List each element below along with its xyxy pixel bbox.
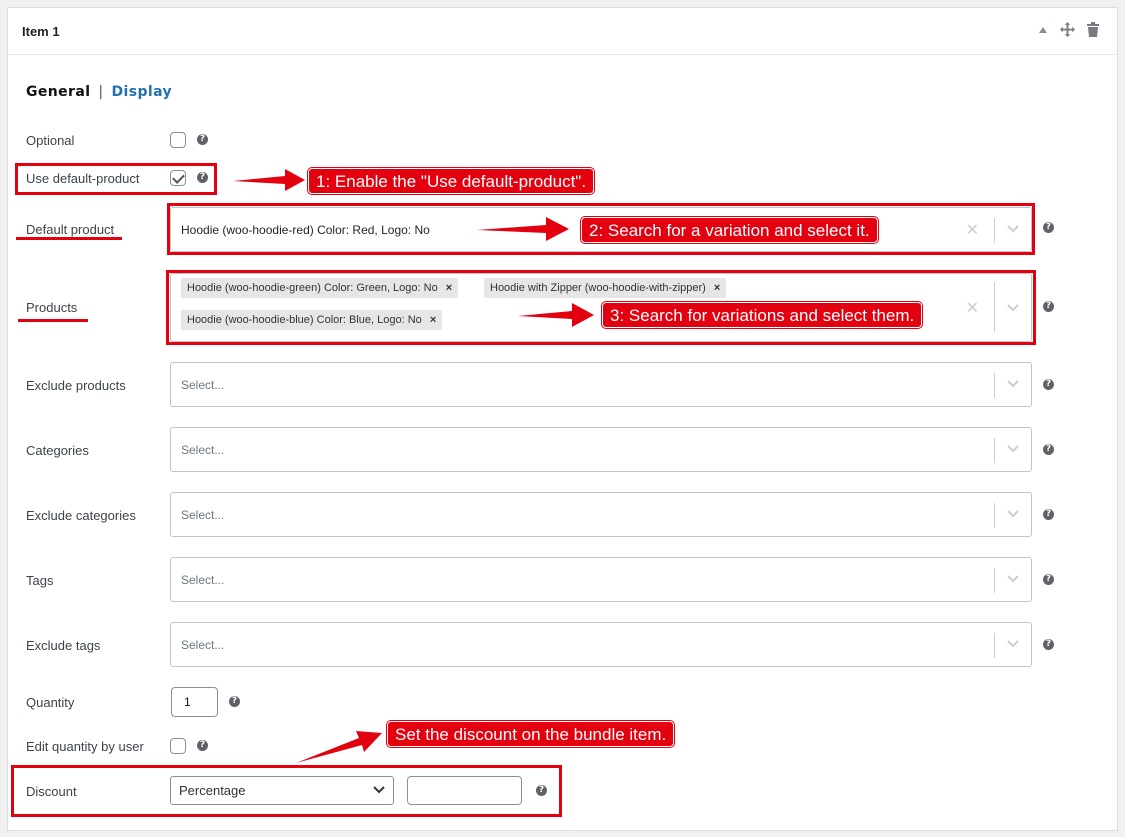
tags-label: Tags: [26, 573, 54, 588]
help-icon[interactable]: ?: [1043, 574, 1054, 585]
chevron-down-icon[interactable]: [1007, 380, 1019, 388]
chevron-down-icon[interactable]: [1007, 640, 1019, 648]
trash-icon[interactable]: [1087, 22, 1099, 37]
tab-separator: |: [98, 84, 104, 100]
annotation-step3: 3: Search for variations and select them…: [602, 302, 923, 328]
exclude-tags-label: Exclude tags: [26, 638, 101, 653]
tags-select[interactable]: Select...: [170, 557, 1032, 602]
header-actions: [1038, 22, 1099, 37]
edit-quantity-checkbox[interactable]: [170, 738, 186, 754]
triangle-up-icon[interactable]: [1038, 25, 1048, 35]
help-icon[interactable]: ?: [1043, 379, 1054, 390]
help-icon[interactable]: ?: [1043, 509, 1054, 520]
select-divider: [994, 633, 995, 658]
optional-checkbox[interactable]: [170, 132, 186, 148]
annotation-box-use-default: [15, 163, 217, 195]
edit-quantity-label: Edit quantity by user: [26, 739, 144, 754]
help-icon[interactable]: ?: [1043, 444, 1054, 455]
select-placeholder: Select...: [181, 573, 225, 587]
exclude-products-select[interactable]: Select...: [170, 362, 1032, 407]
help-icon[interactable]: ?: [1043, 639, 1054, 650]
categories-select[interactable]: Select...: [170, 427, 1032, 472]
select-divider: [994, 373, 995, 398]
select-divider: [994, 438, 995, 463]
tab-bar: General | Display: [26, 84, 172, 100]
exclude-categories-select[interactable]: Select...: [170, 492, 1032, 537]
chevron-down-icon[interactable]: [1007, 445, 1019, 453]
select-placeholder: Select...: [181, 638, 225, 652]
help-icon[interactable]: ?: [197, 134, 208, 145]
annotation-underline-default-product: [16, 237, 122, 240]
select-placeholder: Select...: [181, 378, 225, 392]
products-label: Products: [26, 300, 78, 315]
categories-label: Categories: [26, 443, 89, 458]
annotation-step2: 2: Search for a variation and select it.: [581, 217, 878, 243]
exclude-tags-select[interactable]: Select...: [170, 622, 1032, 667]
tab-display[interactable]: Display: [112, 84, 173, 100]
quantity-label: Quantity: [26, 695, 75, 710]
select-divider: [994, 568, 995, 593]
exclude-categories-label: Exclude categories: [26, 508, 136, 523]
tab-general[interactable]: General: [26, 84, 90, 100]
select-placeholder: Select...: [181, 443, 225, 457]
select-divider: [994, 503, 995, 528]
help-icon[interactable]: ?: [1043, 222, 1054, 233]
annotation-step1: 1: Enable the "Use default-product".: [308, 168, 595, 194]
annotation-underline-products: [18, 319, 88, 322]
help-icon[interactable]: ?: [229, 696, 240, 707]
default-product-label: Default product: [26, 222, 115, 237]
select-placeholder: Select...: [181, 508, 225, 522]
help-icon[interactable]: ?: [197, 740, 208, 751]
panel-header: Item 1: [8, 8, 1117, 55]
quantity-input[interactable]: 1: [171, 687, 218, 717]
chevron-down-icon[interactable]: [1007, 510, 1019, 518]
item-title: Item 1: [22, 24, 60, 39]
move-icon[interactable]: [1060, 22, 1075, 37]
exclude-products-label: Exclude products: [26, 378, 126, 393]
help-icon[interactable]: ?: [1043, 301, 1054, 312]
annotation-discount-note: Set the discount on the bundle item.: [387, 721, 675, 747]
optional-label: Optional: [26, 133, 75, 148]
chevron-down-icon[interactable]: [1007, 575, 1019, 583]
annotation-box-discount: [11, 765, 562, 817]
